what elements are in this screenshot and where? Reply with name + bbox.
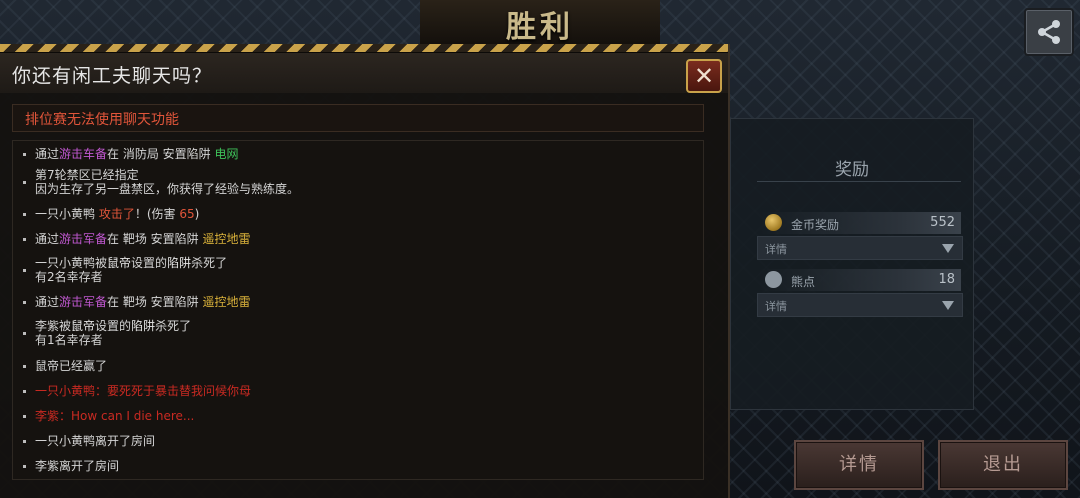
reward-title: 奖励: [835, 160, 869, 180]
chat-player-name: 鼠帝: [107, 256, 132, 270]
chat-text: 通过: [35, 147, 60, 161]
gold-detail-label: 详情: [765, 243, 787, 256]
chat-text: 李紫离开了房间: [35, 459, 120, 473]
bear-detail-label: 详情: [765, 300, 787, 313]
details-button[interactable]: 详情: [794, 440, 924, 490]
reward-panel: 奖励 金币奖励 552 详情 熊点 18 详情: [730, 118, 974, 410]
chat-text: 陷阱: [131, 319, 156, 333]
chat-trap-name: 遥控地雷: [202, 295, 251, 309]
chat-text: 杀死了: [191, 256, 228, 270]
chat-text: 设置的: [131, 256, 168, 270]
chat-text: 设置的: [95, 319, 132, 333]
chat-player-name: 李紫: [35, 319, 60, 333]
bear-point-label: 熊点: [791, 275, 816, 289]
chat-text: 陷阱: [167, 256, 192, 270]
chat-item-name: 游击车备: [59, 147, 108, 161]
chat-text: 在 消防局 安置陷阱: [107, 147, 215, 161]
chat-text: ): [194, 207, 200, 221]
chat-dialog: 你还有闲工夫聊天吗？ ✕ 排位赛无法使用聊天功能 通过游击车备在 消防局 安置陷…: [0, 44, 730, 498]
bear-detail-dropdown[interactable]: 详情: [757, 293, 963, 317]
gold-reward-label: 金币奖励: [791, 218, 840, 232]
chevron-down-icon: [942, 301, 954, 310]
hazard-stripe: [0, 44, 728, 53]
notice-text: 排位赛无法使用聊天功能: [25, 112, 179, 128]
gold-coin-icon: [765, 214, 782, 231]
chat-trap-name: 电网: [214, 147, 239, 161]
chat-player-message: 李紫：How can I die here...: [35, 409, 195, 423]
chat-text: 被: [95, 256, 108, 270]
gold-reward-row: 金币奖励 552: [759, 212, 961, 234]
chat-text: 在 靶场 安置陷阱: [107, 295, 203, 309]
chat-text: ！(伤害: [134, 207, 180, 221]
gold-reward-value: 552: [930, 215, 955, 230]
chat-text: 有1名幸存者: [35, 333, 103, 347]
chat-attack-text: 攻击了: [98, 207, 135, 221]
reward-divider: [757, 181, 961, 182]
chat-player-name: 鼠帝: [71, 319, 96, 333]
chat-trap-name: 遥控地雷: [202, 232, 251, 246]
chat-text: 被: [59, 319, 72, 333]
victory-banner: 胜利: [420, 0, 660, 46]
victory-title: 胜利: [506, 10, 574, 45]
dialog-title: 你还有闲工夫聊天吗？: [12, 65, 213, 87]
share-icon: [1038, 20, 1060, 44]
close-icon: ✕: [693, 62, 715, 90]
gold-detail-dropdown[interactable]: 详情: [757, 236, 963, 260]
chat-log[interactable]: 通过游击车备在 消防局 安置陷阱 电网 第7轮禁区已经指定 因为生存了另一盘禁区…: [12, 140, 704, 480]
bear-point-value: 18: [938, 272, 955, 287]
chat-damage-value: 65: [179, 207, 195, 221]
chat-player-name: 一只小黄鸭: [35, 207, 99, 221]
chevron-down-icon: [942, 244, 954, 253]
chat-player-message: 一只小黄鸭：要死死于暴击替我问候你母: [35, 384, 252, 398]
chat-text: 第7轮禁区已经指定: [35, 168, 139, 182]
chat-text: 一只小黄鸭离开了房间: [35, 434, 156, 448]
chat-text: 因为生存了另一盘禁区，你获得了经验与熟练度。: [35, 182, 300, 196]
chat-disabled-notice: 排位赛无法使用聊天功能: [12, 104, 704, 132]
close-button[interactable]: ✕: [686, 59, 722, 93]
dialog-header: 你还有闲工夫聊天吗？ ✕: [0, 53, 728, 93]
exit-button[interactable]: 退出: [938, 440, 1068, 490]
chat-item-name: 游击军备: [59, 295, 108, 309]
chat-text: 鼠帝已经赢了: [35, 359, 108, 373]
chat-text: 通过: [35, 232, 60, 246]
bear-point-icon: [765, 271, 782, 288]
bear-point-row: 熊点 18: [759, 269, 961, 291]
chat-text: 通过: [35, 295, 60, 309]
chat-item-name: 游击军备: [59, 232, 108, 246]
chat-text: 在 靶场 安置陷阱: [107, 232, 203, 246]
chat-player-name: 一只小黄鸭: [35, 256, 96, 270]
chat-text: 杀死了: [155, 319, 192, 333]
share-button[interactable]: [1024, 8, 1074, 56]
chat-text: 有2名幸存者: [35, 270, 103, 284]
